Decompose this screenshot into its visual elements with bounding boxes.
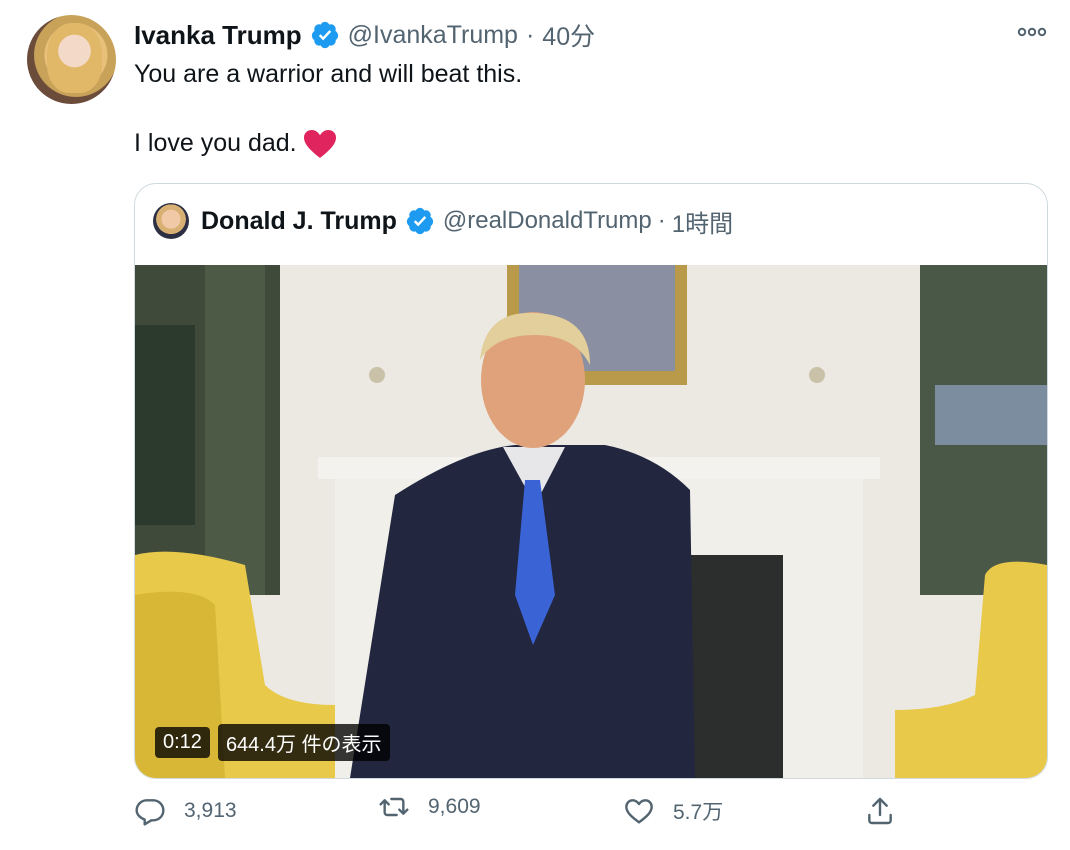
quoted-author-handle: @realDonaldTrump: [442, 207, 652, 234]
reply-icon: [135, 799, 165, 826]
share-icon: [868, 797, 892, 825]
video-view-count: 644.4万 件の表示: [217, 723, 390, 761]
tweet-action-bar: 3,913 9,609 5.7万: [134, 795, 1046, 839]
video-duration: 0:12: [155, 726, 210, 758]
tweet-header: Ivanka Trump @IvankaTrump · 40分: [134, 18, 595, 52]
quoted-tweet-card[interactable]: Donald J. Trump @realDonaldTrump · 1時間 0…: [134, 183, 1048, 779]
tweet-text-line-2: I love you dad.: [134, 129, 337, 159]
verified-badge-icon: [406, 207, 433, 235]
tweet-time[interactable]: 40分: [542, 17, 595, 53]
quoted-author-avatar: [153, 203, 189, 239]
video-player[interactable]: 0:12 644.4万 件の表示: [135, 265, 1047, 778]
video-overlay-badges: 0:12 644.4万 件の表示: [155, 723, 390, 761]
retweet-count: 9,609: [428, 795, 481, 818]
reply-count: 3,913: [184, 799, 237, 822]
tweet-text-line-2-text: I love you dad.: [134, 129, 297, 157]
quoted-tweet-header: Donald J. Trump @realDonaldTrump · 1時間: [153, 202, 733, 240]
like-button[interactable]: 5.7万: [623, 795, 723, 827]
reply-button[interactable]: 3,913: [134, 795, 237, 827]
tweet-text-line-1: You are a warrior and will beat this.: [134, 60, 523, 88]
verified-badge-icon: [311, 21, 338, 49]
author-handle[interactable]: @IvankaTrump: [348, 21, 518, 50]
quoted-tweet-time: 1時間: [671, 210, 734, 238]
author-name[interactable]: Ivanka Trump: [134, 20, 302, 51]
retweet-button[interactable]: 9,609: [378, 791, 481, 823]
share-button[interactable]: [864, 795, 914, 827]
separator-dot: ·: [657, 207, 666, 234]
quoted-author-name: Donald J. Trump: [201, 206, 397, 235]
separator-dot: ·: [525, 20, 535, 49]
like-icon: [625, 799, 653, 824]
more-options-icon[interactable]: [1016, 20, 1048, 44]
retweet-icon: [379, 797, 409, 817]
like-count: 5.7万: [673, 801, 724, 824]
red-heart-icon: [303, 130, 336, 159]
author-avatar[interactable]: [27, 15, 116, 104]
video-thumbnail: [135, 265, 1047, 778]
